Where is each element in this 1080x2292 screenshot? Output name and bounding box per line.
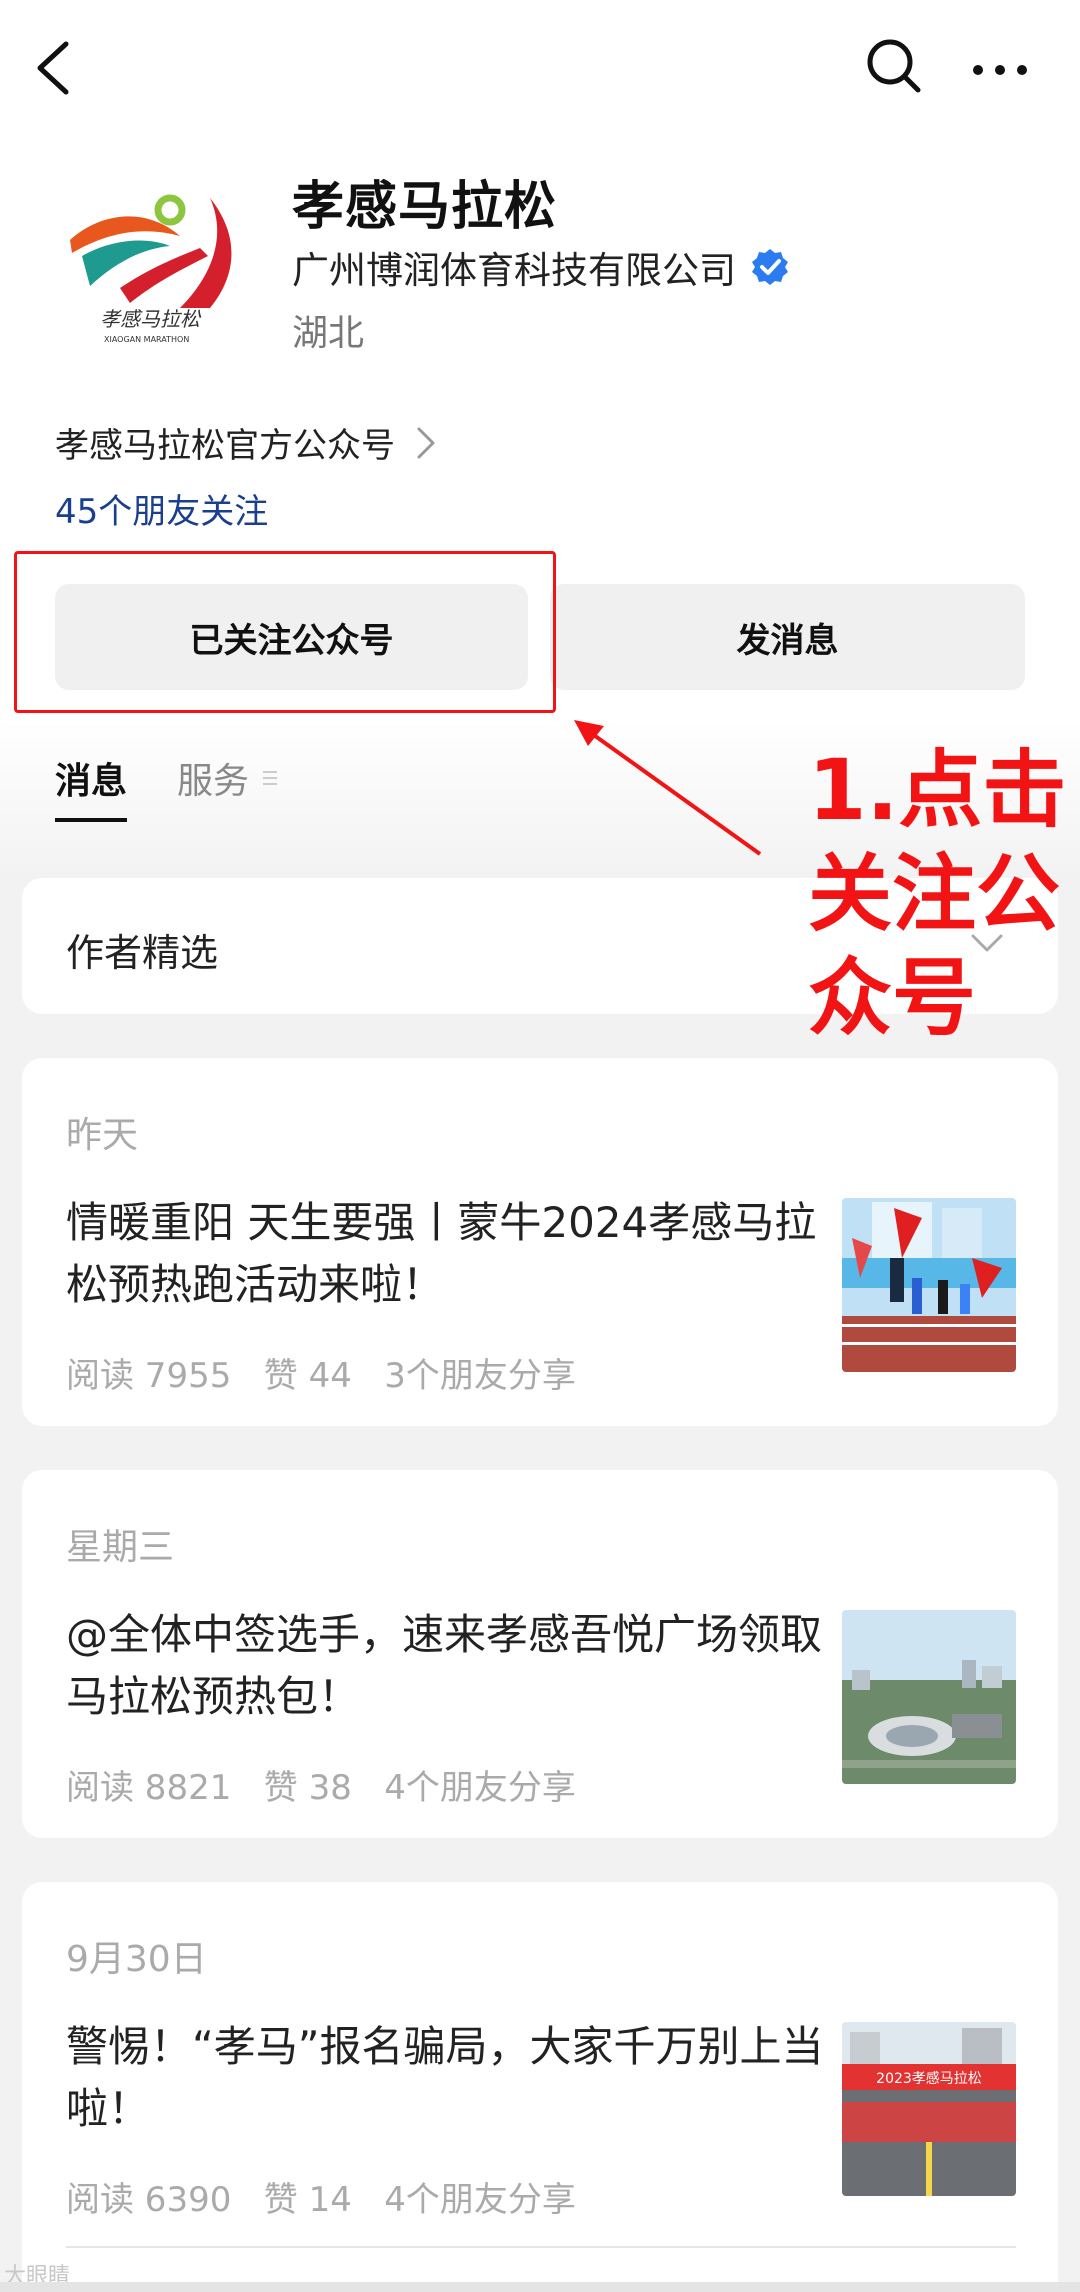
friends-following-link[interactable]: 45个朋友关注 <box>55 484 268 533</box>
account-name: 孝感马拉松 <box>292 177 558 237</box>
back-icon[interactable] <box>28 38 80 98</box>
article-thumbnail[interactable] <box>842 1198 1016 1372</box>
article-card[interactable]: 昨天 情暖重阳 天生要强丨蒙牛2024孝感马拉松预热跑活动来啦！ 阅读 7955… <box>22 1058 1058 1426</box>
tab-bar: 消息 服务 <box>55 752 329 822</box>
send-message-button[interactable]: 发消息 <box>550 584 1025 690</box>
svg-text:XIAOGAN MARATHON: XIAOGAN MARATHON <box>104 335 189 344</box>
annotation-arrow <box>574 720 762 856</box>
menu-lines-icon <box>263 771 278 785</box>
account-description: 孝感马拉松官方公众号 <box>55 426 395 466</box>
verified-badge-icon <box>752 249 788 285</box>
account-company[interactable]: 广州博润体育科技有限公司 <box>292 240 790 294</box>
search-icon[interactable] <box>864 36 924 96</box>
article-title[interactable]: 警惕！“孝马”报名骗局，大家千万别上当啦！ <box>66 2016 836 2140</box>
chevron-right-icon <box>417 427 435 458</box>
account-description-row[interactable]: 孝感马拉松官方公众号 <box>55 418 437 467</box>
tab-messages[interactable]: 消息 <box>55 752 128 822</box>
bottom-strip <box>0 2282 1080 2292</box>
account-logo: 孝感马拉松 XIAOGAN MARATHON <box>70 194 232 344</box>
article-date: 星期三 <box>66 1527 175 1568</box>
article-title[interactable]: @全体中签选手，速来孝感吾悦广场领取马拉松预热包！ <box>66 1604 836 1728</box>
article-date: 9月30日 <box>66 1939 207 1980</box>
annotation-highlight-box <box>14 551 556 713</box>
more-options-icon[interactable] <box>970 40 1030 100</box>
company-name: 广州博润体育科技有限公司 <box>292 249 736 292</box>
svg-text:2023孝感马拉松: 2023孝感马拉松 <box>876 2070 982 2087</box>
tab-services[interactable]: 服务 <box>177 752 279 804</box>
article-card[interactable]: 星期三 @全体中签选手，速来孝感吾悦广场领取马拉松预热包！ 阅读 8821 赞 … <box>22 1470 1058 1838</box>
article-title[interactable]: 情暖重阳 天生要强丨蒙牛2024孝感马拉松预热跑活动来啦！ <box>66 1192 836 1316</box>
article-date: 昨天 <box>66 1115 139 1156</box>
divider <box>66 2246 1016 2248</box>
article-card[interactable]: 9月30日 警惕！“孝马”报名骗局，大家千万别上当啦！ 阅读 6390 赞 14… <box>22 1882 1058 2292</box>
author-picks-label: 作者精选 <box>66 931 219 975</box>
article-thumbnail[interactable] <box>842 1610 1016 1784</box>
article-stats: 阅读 8821 赞 38 4个朋友分享 <box>66 1768 576 1808</box>
annotation-text: 1.点击关注公众号 <box>808 741 1067 1047</box>
account-region: 湖北 <box>292 313 365 354</box>
svg-text:孝感马拉松: 孝感马拉松 <box>100 307 202 331</box>
article-thumbnail[interactable]: 2023孝感马拉松 <box>842 2022 1016 2196</box>
article-stats: 阅读 6390 赞 14 4个朋友分享 <box>66 2180 576 2220</box>
article-stats: 阅读 7955 赞 44 3个朋友分享 <box>66 1356 576 1396</box>
account-profile-page: 孝感马拉松 XIAOGAN MARATHON 孝感马拉松 广州博润体育科技有限公… <box>0 0 1080 2292</box>
tab-services-label: 服务 <box>177 761 250 802</box>
